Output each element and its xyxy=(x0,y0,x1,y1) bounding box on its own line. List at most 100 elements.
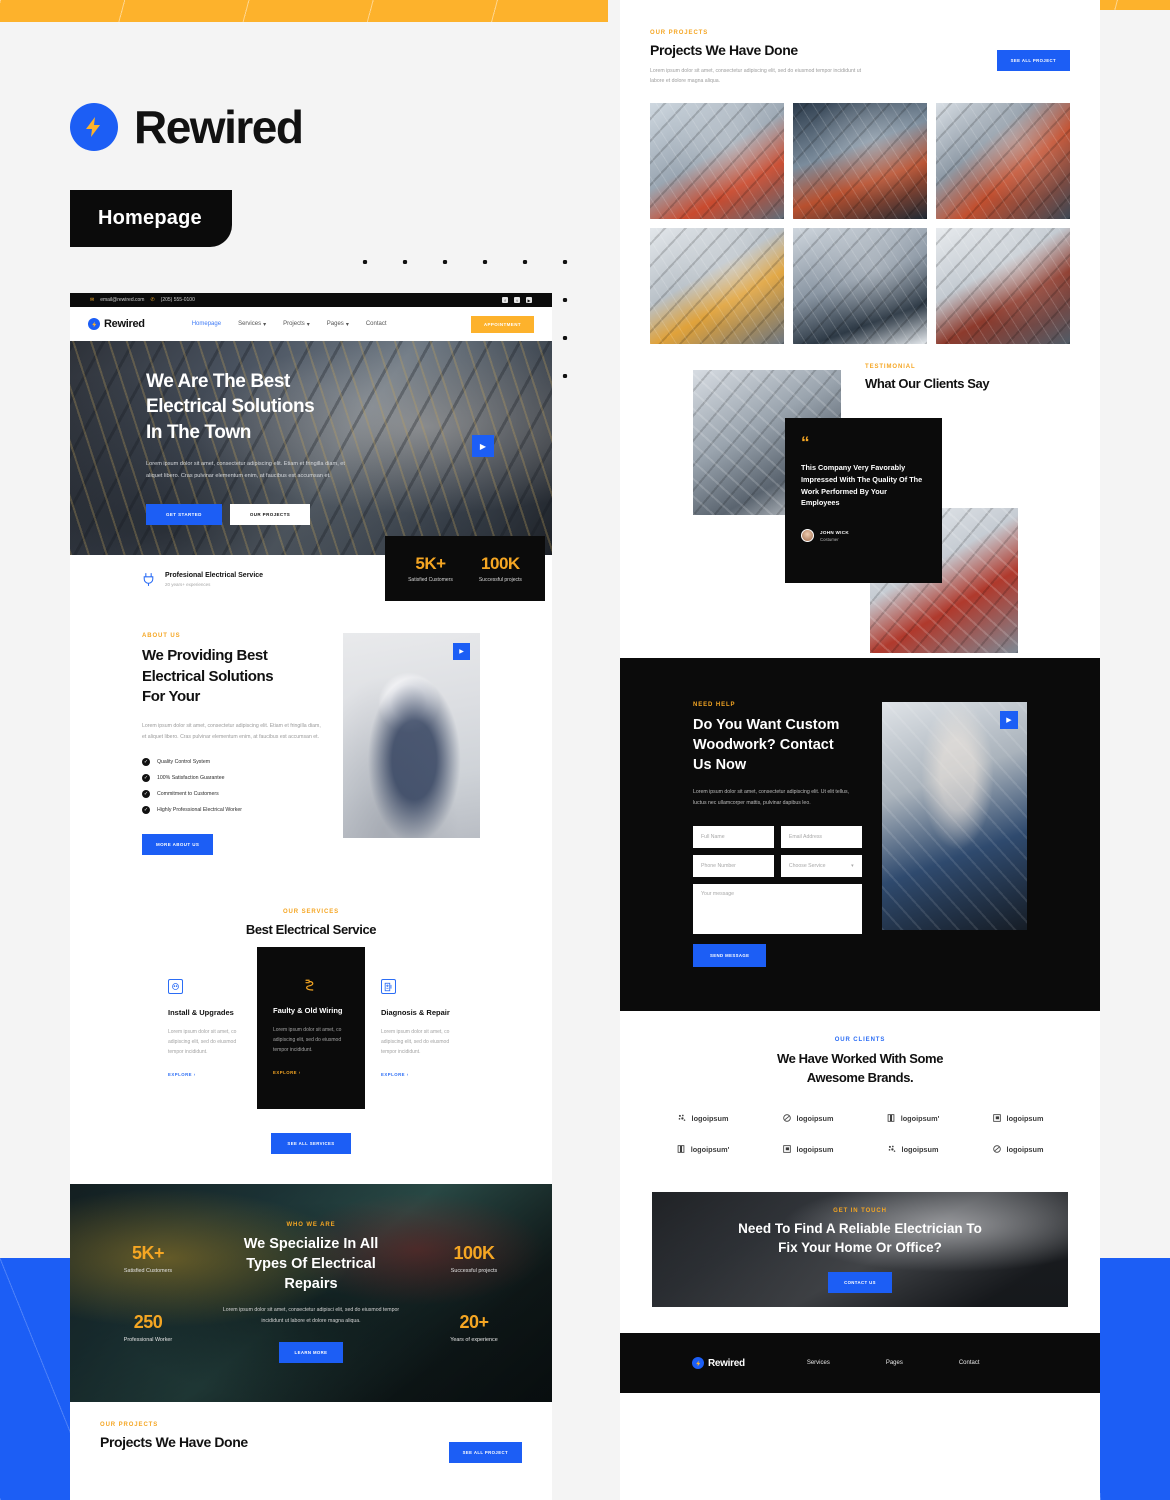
half-square-logo-icon xyxy=(887,1114,895,1122)
footer-links: Services Pages Contact xyxy=(807,1360,980,1366)
client-logo: logoipsum xyxy=(965,1144,1070,1154)
about-checklist: ✓ Quality Control System ✓ 100% Satisfacti… xyxy=(142,758,325,815)
testimonial-header: TESTIMONIAL What Our Clients Say xyxy=(865,364,990,392)
facebook-icon[interactable]: f xyxy=(502,297,508,303)
explore-link[interactable]: EXPLORE › xyxy=(273,1070,349,1075)
stat-value: 250 xyxy=(133,1311,163,1332)
twitter-icon[interactable]: t xyxy=(514,297,520,303)
client-logo-label: logoipsum xyxy=(796,1113,834,1123)
choose-service-select[interactable]: Choose Service ▾ xyxy=(780,855,862,878)
full-name-input[interactable]: Full Name xyxy=(693,826,774,849)
about-title-line1: We Providing Best xyxy=(142,647,268,664)
navbar-logo[interactable]: Rewired xyxy=(88,318,145,330)
service-card-diagnosis[interactable]: Diagnosis & Repair Lorem ipsum dolor sit… xyxy=(365,959,470,1109)
topbar-email[interactable]: email@rewired.com xyxy=(100,297,144,303)
project-thumbnail[interactable] xyxy=(793,228,927,345)
phone-input[interactable]: Phone Number xyxy=(693,855,774,878)
nav-label: Homepage xyxy=(191,321,222,327)
nav-label: Services xyxy=(238,321,262,327)
page-tag-badge: Homepage xyxy=(70,190,232,247)
appointment-button[interactable]: APPOINTMENT xyxy=(470,315,534,333)
cta-wrapper: GET IN TOUCH Need To Find A Reliable Ele… xyxy=(620,1184,1100,1333)
nav-item-projects[interactable]: Projects ▾ xyxy=(283,321,310,328)
checklist-item: ✓ Commitment to Customers xyxy=(142,790,325,799)
about-text: ABOUT US We Providing Best Electrical So… xyxy=(142,633,325,856)
projects-section: OUR PROJECTS Projects We Have Done Lorem… xyxy=(620,0,1100,359)
play-icon[interactable]: ▶ xyxy=(472,435,494,457)
project-thumbnail[interactable] xyxy=(650,228,784,345)
hero-buttons: GET STARTED OUR PROJECTS xyxy=(146,504,552,526)
testimonial-title: What Our Clients Say xyxy=(865,376,990,392)
nav-item-homepage[interactable]: Homepage xyxy=(192,321,221,328)
nav-item-contact[interactable]: Contact xyxy=(366,321,387,328)
cta-title-line2: Fix Your Home Or Office? xyxy=(778,1239,942,1255)
checklist-label: Commitment to Customers xyxy=(157,791,219,798)
nav-item-pages[interactable]: Pages ▾ xyxy=(327,321,349,328)
contact-form: Full Name Email Address Phone Number Cho… xyxy=(693,826,862,968)
client-logo: logoipsum xyxy=(965,1113,1070,1123)
client-logo-label: logoipsum' xyxy=(690,1144,730,1154)
send-message-button[interactable]: SEND MESSAGE xyxy=(693,944,767,968)
select-value: Choose Service xyxy=(788,863,826,870)
our-projects-button[interactable]: OUR PROJECTS xyxy=(229,504,311,526)
service-card-wiring[interactable]: Faulty & Old Wiring Lorem ipsum dolor si… xyxy=(257,947,365,1109)
about-paragraph: Lorem ipsum dolor sit amet, consectetur … xyxy=(142,723,321,740)
more-about-us-button[interactable]: MORE ABOUT US xyxy=(142,834,214,856)
play-icon[interactable]: ▶ xyxy=(453,643,470,660)
who-we-are-section: 5K+ Satisfied Customers 250 Professional… xyxy=(70,1183,552,1402)
service-card-text: Lorem ipsum dolor sit amet, co adipiscin… xyxy=(381,1029,450,1055)
topbar-phone[interactable]: (205) 555-0100 xyxy=(161,297,195,303)
see-all-project-button[interactable]: SEE ALL PROJECT xyxy=(448,1441,522,1463)
footer-link-pages[interactable]: Pages xyxy=(886,1360,903,1366)
explore-label: EXPLORE xyxy=(168,1071,193,1077)
nav-item-services[interactable]: Services ▾ xyxy=(238,321,266,328)
get-started-button[interactable]: GET STARTED xyxy=(146,504,222,526)
play-icon[interactable]: ▶ xyxy=(1000,711,1018,730)
project-thumbnail[interactable] xyxy=(936,103,1070,220)
message-textarea[interactable]: Your message xyxy=(693,884,862,935)
band-title-line2: Types Of Electrical xyxy=(246,1255,376,1272)
navbar-links: Homepage Services ▾ Projects ▾ Pages ▾ Cont… xyxy=(192,321,387,328)
band-center: WHO WE ARE We Specialize In All Types Of… xyxy=(205,1222,417,1364)
navbar-logo-label: Rewired xyxy=(104,318,145,330)
explore-label: EXPLORE xyxy=(273,1069,298,1075)
meter-icon xyxy=(381,979,396,995)
contact-us-button[interactable]: CONTACT US xyxy=(828,1271,892,1293)
contact-image: ▶ xyxy=(881,702,1028,931)
project-thumbnail[interactable] xyxy=(936,228,1070,345)
client-logo-label: logoipsum xyxy=(1006,1144,1044,1154)
projects-heading-text: OUR PROJECTS Projects We Have Done Lorem… xyxy=(650,30,865,86)
homepage-mockup-top: ✉ email@rewired.com ✆ (205) 555-0100 f t… xyxy=(70,293,552,1500)
project-thumbnail[interactable] xyxy=(793,103,927,220)
project-thumbnail[interactable] xyxy=(650,103,784,220)
outlet-icon xyxy=(168,979,183,995)
projects-eyebrow: OUR PROJECTS xyxy=(650,30,709,36)
testimonial-section: TESTIMONIAL What Our Clients Say “ This … xyxy=(620,358,1100,659)
service-card-title: Install & Upgrades xyxy=(168,1008,234,1018)
envelope-icon: ✉ xyxy=(90,297,95,303)
see-all-project-button[interactable]: SEE ALL PROJECT xyxy=(996,50,1070,71)
stat-value: 20+ xyxy=(459,1311,489,1332)
footer-link-contact[interactable]: Contact xyxy=(959,1360,980,1366)
see-all-services-button[interactable]: SEE ALL SERVICES xyxy=(271,1132,351,1154)
cta-title: Need To Find A Reliable Electrician To F… xyxy=(652,1220,1068,1258)
explore-link[interactable]: EXPLORE › xyxy=(168,1072,241,1077)
check-icon: ✓ xyxy=(142,806,150,815)
footer-logo[interactable]: Rewired xyxy=(692,1357,745,1369)
footer-link-services[interactable]: Services xyxy=(807,1360,830,1366)
service-card-install[interactable]: Install & Upgrades Lorem ipsum dolor sit… xyxy=(152,959,257,1109)
clients-title-line1: We Have Worked With Some xyxy=(776,1051,944,1067)
services-section: OUR SERVICES Best Electrical Service Ins… xyxy=(70,893,552,1184)
client-logo-label: logoipsum xyxy=(1006,1113,1044,1123)
band-stats-left: 5K+ Satisfied Customers 250 Professional… xyxy=(100,1243,196,1343)
explore-link[interactable]: EXPLORE › xyxy=(381,1072,454,1077)
learn-more-button[interactable]: LEARN MORE xyxy=(278,1342,344,1364)
clients-section: OUR CLIENTS We Have Worked With Some Awe… xyxy=(620,1011,1100,1184)
client-logo-label: logoipsum' xyxy=(900,1113,940,1123)
youtube-icon[interactable]: ▶ xyxy=(526,297,532,303)
email-input[interactable]: Email Address xyxy=(780,826,862,849)
hero-section: We Are The Best Electrical Solutions In … xyxy=(70,341,552,555)
lightning-bolt-icon xyxy=(88,318,100,330)
circle-slash-logo-icon xyxy=(992,1145,1001,1153)
flag-logo-icon xyxy=(782,1145,791,1153)
